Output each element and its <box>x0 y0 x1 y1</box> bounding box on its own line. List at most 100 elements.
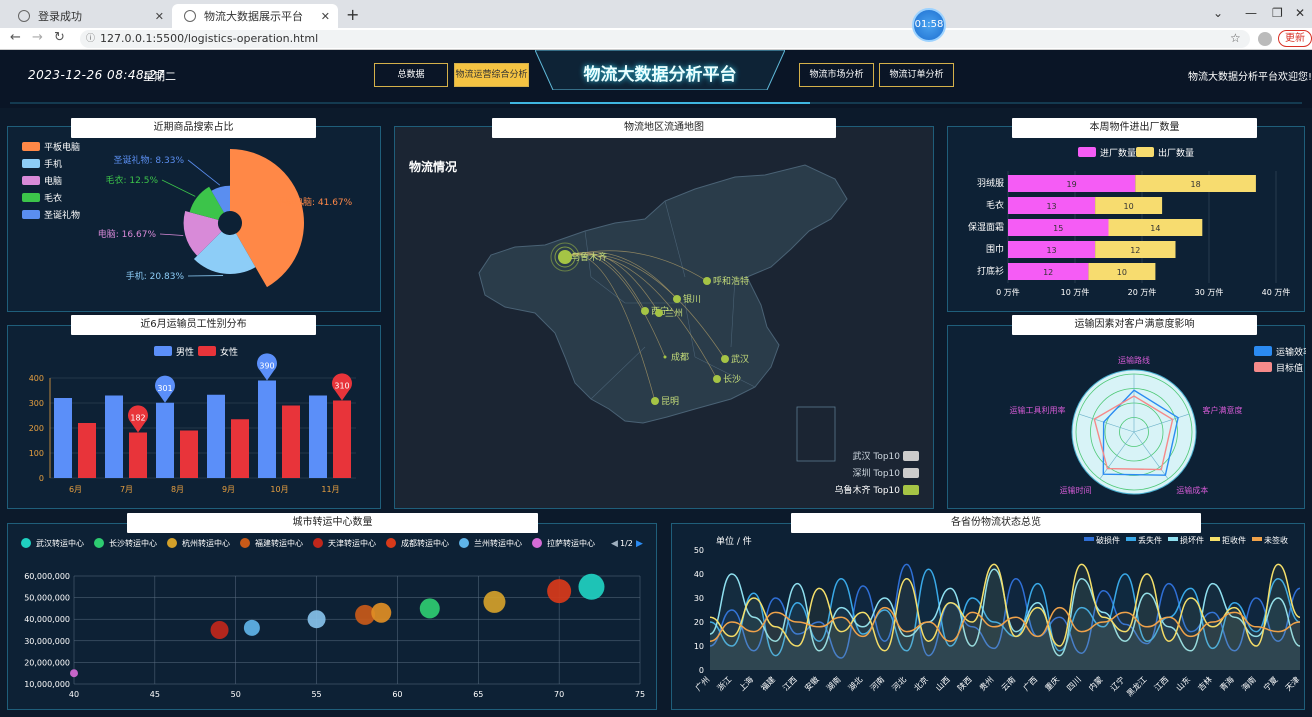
nav-market-button[interactable]: 物流市场分析 <box>799 63 874 87</box>
forward-icon[interactable]: → <box>32 30 43 45</box>
browser-tab-platform[interactable]: 物流大数据展示平台 ✕ <box>172 4 338 28</box>
legend-swatch <box>1084 537 1094 541</box>
nav-overview-button[interactable]: 总数据 <box>374 63 448 87</box>
nav-orders-button[interactable]: 物流订单分析 <box>879 63 954 87</box>
x-tick-label: 安徽 <box>802 674 820 692</box>
x-tick-label: 10 万件 <box>1061 287 1090 297</box>
pie-label-line <box>159 233 184 236</box>
legend-swatch <box>1126 537 1136 541</box>
bar-value-label: 12 <box>1043 268 1053 277</box>
scatter-point <box>371 602 392 623</box>
back-icon[interactable]: ← <box>10 30 21 45</box>
map-legend-label: 武汉 Top10 <box>852 450 900 462</box>
map-legend-swatch <box>903 451 919 461</box>
pin-label: 390 <box>259 362 274 371</box>
city-hubs-title: 城市转运中心数量 <box>127 513 538 533</box>
close-window-icon[interactable]: ✕ <box>1295 6 1305 20</box>
profile-avatar[interactable] <box>1258 32 1272 46</box>
city-marker <box>703 277 711 285</box>
city-label: 兰州 <box>665 307 683 319</box>
legend-dot <box>21 538 31 548</box>
y-tick-label: 保湿面霜 <box>968 221 1004 233</box>
x-tick-label: 40 <box>69 690 79 699</box>
pin-label: 301 <box>157 384 172 393</box>
search-share-title: 近期商品搜索占比 <box>71 118 316 138</box>
welcome-text: 物流大数据分析平台欢迎您! <box>1188 72 1312 83</box>
pin-label: 310 <box>334 382 349 391</box>
legend-swatch <box>22 159 40 168</box>
info-icon[interactable]: ⓘ <box>86 30 95 48</box>
city-marker <box>655 309 663 317</box>
x-tick-label: 上海 <box>737 674 755 692</box>
x-tick-label: 6月 <box>69 485 82 494</box>
legend-label: 平板电脑 <box>44 141 80 153</box>
y-tick-label: 200 <box>29 424 44 433</box>
tab-close-icon[interactable]: ✕ <box>321 10 330 23</box>
x-tick-label: 北京 <box>912 674 930 692</box>
legend-swatch <box>22 193 40 202</box>
minimize-icon[interactable]: — <box>1245 6 1257 20</box>
map-panel: 物流情况乌鲁木齐呼和浩特银川西宁兰州成都武汉长沙昆明武汉 Top10深圳 Top… <box>394 126 934 509</box>
x-tick-label: 0 万件 <box>996 287 1020 297</box>
y-tick-label: 10 <box>694 642 704 651</box>
tab-close-icon[interactable]: ✕ <box>155 10 164 23</box>
update-button[interactable]: 更新 <box>1278 30 1312 47</box>
pie-slice-label: 平板电脑: 41.67% <box>276 196 353 208</box>
x-tick-label: 20 万件 <box>1128 287 1157 297</box>
bar <box>207 394 225 478</box>
map-legend-label: 乌鲁木齐 Top10 <box>834 484 900 496</box>
legend-swatch <box>1078 147 1096 157</box>
pie-slice-label: 圣诞礼物: 8.33% <box>114 154 185 166</box>
legend-label: 兰州转运中心 <box>474 538 522 548</box>
x-tick-label: 75 <box>635 690 645 699</box>
legend-swatch <box>1254 346 1272 356</box>
bar <box>129 432 147 478</box>
bar <box>156 402 174 478</box>
nav-operations-button[interactable]: 物流运营综合分析 <box>454 63 529 87</box>
radar-indicator-label: 运输工具利用率 <box>1010 405 1066 415</box>
map-legend-swatch <box>903 468 919 478</box>
y-tick-label: 0 <box>699 666 704 675</box>
pie-slice-label: 电脑: 16.67% <box>98 228 157 240</box>
x-tick-label: 海南 <box>1239 674 1257 692</box>
x-tick-label: 宁夏 <box>1261 674 1279 692</box>
browser-tab-login[interactable]: 登录成功 ✕ <box>6 4 172 28</box>
restore-icon[interactable]: ❐ <box>1272 6 1283 20</box>
bar <box>78 423 96 478</box>
bar <box>231 419 249 478</box>
url-input[interactable]: ⓘ 127.0.0.1:5500/logistics-operation.htm… <box>80 30 1250 48</box>
province-panel: 单位 / 件 破损件 丢失件 损坏件 拒收件 未签收 0 10 20 30 40 50 广州 浙江 上海 福建… <box>671 523 1305 710</box>
legend-dot <box>240 538 250 548</box>
legend-label: 圣诞礼物 <box>44 209 80 221</box>
map-subtitle: 物流情况 <box>409 159 457 174</box>
tab-search-icon[interactable]: ⌄ <box>1213 6 1223 20</box>
reload-icon[interactable]: ↻ <box>54 30 65 45</box>
bookmark-star-icon[interactable]: ☆ <box>1230 31 1241 45</box>
legend-label: 长沙转运中心 <box>109 538 157 548</box>
legend-label: 拉萨转运中心 <box>547 538 595 548</box>
province-title: 各省份物流状态总览 <box>791 513 1201 533</box>
legend-label: 成都转运中心 <box>401 538 449 548</box>
satisfaction-radar: 运输路线客户满意度运输成本 运输时间 运输工具利用率 运输效率目标值 <box>1010 346 1312 495</box>
x-tick-label: 55 <box>311 690 321 699</box>
radar-indicator-label: 客户满意度 <box>1202 405 1242 415</box>
legend-label: 出厂数量 <box>1158 147 1194 159</box>
search-share-chart: 平板电脑手机电脑毛衣圣诞礼物 平板电脑: 41.67% 手机: 20.83% 电脑: … <box>22 141 353 288</box>
gender-panel: 男性 女性 0 100 200 300 400 6月 7月 8月 9月 10月 11月 301 182 390… <box>7 325 381 509</box>
y-tick-label: 400 <box>29 374 44 383</box>
y-tick-label: 40,000,000 <box>24 615 70 624</box>
legend-dot <box>313 538 323 548</box>
legend-page-prev-icon: ◀ <box>611 539 618 549</box>
new-tab-button[interactable]: + <box>346 5 359 24</box>
city-label: 呼和浩特 <box>713 275 749 287</box>
x-tick-label: 10月 <box>270 485 288 494</box>
bar-value-label: 10 <box>1117 268 1127 277</box>
logistics-map: 物流情况乌鲁木齐呼和浩特银川西宁兰州成都武汉长沙昆明武汉 Top10深圳 Top… <box>409 159 919 496</box>
scatter-point <box>70 669 78 678</box>
x-tick-label: 内蒙 <box>1086 674 1104 692</box>
legend-label: 电脑 <box>44 175 62 187</box>
legend-swatch <box>1252 537 1262 541</box>
legend-swatch <box>154 346 172 356</box>
legend-swatch <box>22 142 40 151</box>
city-label: 昆明 <box>661 396 679 407</box>
